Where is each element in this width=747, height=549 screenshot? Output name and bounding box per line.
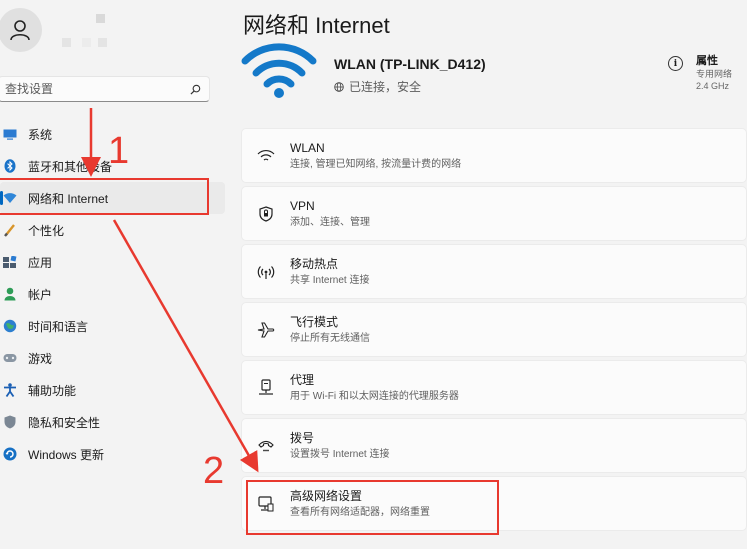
- update-icon: [3, 447, 17, 461]
- network-profile-type: 专用网络: [696, 69, 733, 79]
- vpn-shield-icon: [256, 204, 276, 224]
- card-subtitle: 设置拨号 Internet 连接: [290, 448, 390, 460]
- gamepad-icon: [3, 351, 17, 365]
- search-box[interactable]: [0, 76, 210, 102]
- network-icon: [3, 191, 17, 205]
- globe-icon: [3, 319, 17, 333]
- sidebar: 系统 蓝牙和其他设备 网络和 Internet 个性化 应用: [0, 0, 225, 549]
- network-ssid: WLAN (TP-LINK_D412): [334, 56, 486, 72]
- sidebar-item-label: 辅助功能: [28, 383, 77, 398]
- card-subtitle: 共享 Internet 连接: [290, 274, 370, 286]
- info-icon: i: [668, 56, 683, 71]
- sidebar-item-system[interactable]: 系统: [0, 118, 225, 150]
- blurred-username: [62, 38, 71, 47]
- sidebar-item-label: 个性化: [28, 223, 65, 238]
- person-icon: [10, 20, 30, 41]
- advanced-network-icon: [256, 494, 276, 514]
- brush-icon: [3, 223, 17, 237]
- blurred-username: [82, 38, 91, 47]
- card-subtitle: 连接, 管理已知网络, 按流量计费的网络: [290, 158, 462, 170]
- sidebar-item-network[interactable]: 网络和 Internet: [0, 182, 225, 214]
- search-icon[interactable]: [190, 84, 201, 95]
- search-input[interactable]: [5, 82, 190, 96]
- account-icon: [3, 287, 17, 301]
- proxy-icon: [256, 378, 276, 398]
- sidebar-item-accessibility[interactable]: 辅助功能: [0, 374, 225, 406]
- connection-status: 已连接，安全: [334, 78, 421, 95]
- settings-cards: WLAN 连接, 管理已知网络, 按流量计费的网络 VPN 添加、连接、管理 移…: [241, 128, 747, 534]
- wifi-icon: [256, 146, 276, 166]
- globe-icon: [334, 81, 344, 92]
- sidebar-item-label: 帐户: [28, 287, 53, 302]
- sidebar-item-label: Windows 更新: [28, 447, 105, 462]
- sidebar-item-apps[interactable]: 应用: [0, 246, 225, 278]
- sidebar-nav: 系统 蓝牙和其他设备 网络和 Internet 个性化 应用 帐户 时间和语言 …: [0, 118, 225, 470]
- properties-label: 属性: [696, 55, 718, 67]
- card-subtitle: 查看所有网络适配器，网络重置: [290, 506, 430, 518]
- dialup-icon: [256, 436, 276, 456]
- sidebar-item-privacy[interactable]: 隐私和安全性: [0, 406, 225, 438]
- card-advanced-network-settings[interactable]: 高级网络设置 查看所有网络适配器，网络重置: [241, 476, 747, 531]
- sidebar-item-label: 应用: [28, 255, 53, 270]
- card-mobile-hotspot[interactable]: 移动热点 共享 Internet 连接: [241, 244, 747, 299]
- card-subtitle: 添加、连接、管理: [290, 216, 370, 228]
- sidebar-item-label: 蓝牙和其他设备: [28, 159, 113, 174]
- sidebar-item-time-language[interactable]: 时间和语言: [0, 310, 225, 342]
- card-dial-up[interactable]: 拨号 设置拨号 Internet 连接: [241, 418, 747, 473]
- page-title: 网络和 Internet: [243, 13, 390, 38]
- card-proxy[interactable]: 代理 用于 Wi-Fi 和以太网连接的代理服务器: [241, 360, 747, 415]
- card-subtitle: 用于 Wi-Fi 和以太网连接的代理服务器: [290, 390, 459, 402]
- connection-status-text: 已连接，安全: [349, 80, 422, 94]
- card-wlan[interactable]: WLAN 连接, 管理已知网络, 按流量计费的网络: [241, 128, 747, 183]
- properties-link[interactable]: i 属性 专用网络 2.4 GHz: [668, 54, 732, 92]
- system-icon: [3, 127, 17, 141]
- sidebar-item-bluetooth[interactable]: 蓝牙和其他设备: [0, 150, 225, 182]
- sidebar-item-label: 游戏: [28, 351, 53, 366]
- sidebar-item-label: 网络和 Internet: [28, 191, 109, 206]
- sidebar-item-gaming[interactable]: 游戏: [0, 342, 225, 374]
- airplane-icon: [256, 320, 276, 340]
- apps-icon: [3, 255, 17, 269]
- sidebar-item-windows-update[interactable]: Windows 更新: [0, 438, 225, 470]
- sidebar-item-label: 隐私和安全性: [28, 415, 101, 430]
- card-title: 代理: [290, 372, 315, 387]
- card-title: VPN: [290, 198, 315, 213]
- connection-header: WLAN (TP-LINK_D412) 已连接，安全 i 属性 专用网络 2.4…: [240, 40, 747, 110]
- user-avatar[interactable]: [0, 8, 42, 52]
- sidebar-item-label: 时间和语言: [28, 319, 89, 334]
- card-title: WLAN: [290, 140, 325, 155]
- card-title: 飞行模式: [290, 314, 339, 329]
- blurred-username: [96, 14, 105, 23]
- sidebar-item-label: 系统: [28, 127, 53, 142]
- card-title: 拨号: [290, 430, 315, 445]
- wifi-large-icon: [241, 43, 317, 98]
- blurred-username: [98, 38, 107, 47]
- bluetooth-icon: [3, 159, 17, 173]
- card-title: 高级网络设置: [290, 488, 363, 503]
- hotspot-icon: [256, 262, 276, 282]
- network-band: 2.4 GHz: [696, 81, 730, 91]
- card-vpn[interactable]: VPN 添加、连接、管理: [241, 186, 747, 241]
- shield-icon: [3, 415, 17, 429]
- card-subtitle: 停止所有无线通信: [290, 332, 370, 344]
- card-title: 移动热点: [290, 256, 339, 271]
- sidebar-item-personalization[interactable]: 个性化: [0, 214, 225, 246]
- card-airplane-mode[interactable]: 飞行模式 停止所有无线通信: [241, 302, 747, 357]
- accessibility-icon: [3, 383, 17, 397]
- sidebar-item-accounts[interactable]: 帐户: [0, 278, 225, 310]
